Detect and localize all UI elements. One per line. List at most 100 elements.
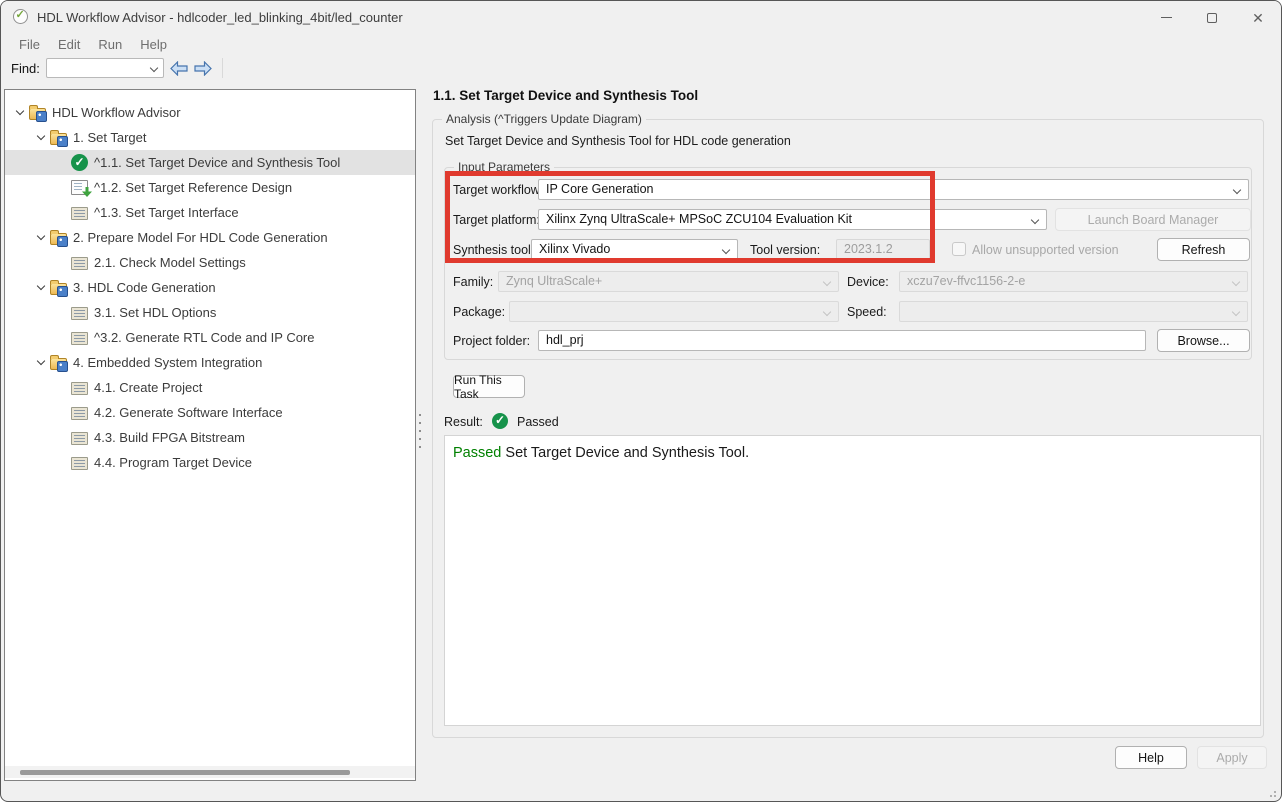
chevron-down-icon — [822, 277, 832, 287]
tree-item-label: 4.2. Generate Software Interface — [94, 405, 283, 420]
menu-run[interactable]: Run — [89, 35, 131, 54]
tree-item[interactable]: 3.1. Set HDL Options — [5, 300, 415, 325]
task-description: Set Target Device and Synthesis Tool for… — [445, 134, 791, 148]
passed-check-icon — [492, 413, 508, 429]
close-button[interactable]: ✕ — [1235, 1, 1281, 34]
package-select — [509, 301, 839, 322]
workflow-tree-panel: HDL Workflow Advisor 1. Set Target ^1.1.… — [4, 89, 416, 781]
family-value: Zynq UltraScale+ — [506, 274, 603, 288]
tree-item[interactable]: 4.4. Program Target Device — [5, 450, 415, 475]
maximize-icon — [1207, 12, 1217, 23]
tree-item[interactable]: ^3.2. Generate RTL Code and IP Core — [5, 325, 415, 350]
menu-edit[interactable]: Edit — [49, 35, 89, 54]
tree-item[interactable]: 1. Set Target — [5, 125, 415, 150]
package-label: Package: — [453, 305, 506, 319]
tree-item-label: ^1.2. Set Target Reference Design — [94, 180, 293, 195]
tree-item[interactable]: 4.2. Generate Software Interface — [5, 400, 415, 425]
chevron-down-icon — [822, 307, 832, 317]
tree-item[interactable]: 4.3. Build FPGA Bitstream — [5, 425, 415, 450]
browse-button[interactable]: Browse... — [1157, 329, 1250, 352]
launch-board-manager-button[interactable]: Launch Board Manager — [1055, 208, 1251, 231]
task-icon — [71, 457, 88, 470]
output-message: Set Target Device and Synthesis Tool. — [501, 445, 750, 461]
tree-item-label: 4. Embedded System Integration — [73, 355, 263, 370]
arrow-left-icon — [170, 60, 188, 76]
expand-chevron-icon[interactable] — [36, 131, 45, 141]
chevron-down-icon — [1231, 277, 1241, 287]
minimize-button[interactable] — [1143, 1, 1189, 34]
help-button[interactable]: Help — [1115, 746, 1187, 769]
run-this-task-button[interactable]: Run This Task — [453, 373, 525, 401]
folder-icon — [50, 229, 68, 247]
arrow-right-icon — [194, 60, 212, 76]
device-select: xczu7ev-ffvc1156-2-e — [899, 271, 1248, 292]
tree-item-label: 3.1. Set HDL Options — [94, 305, 217, 320]
tree-item-label: 4.1. Create Project — [94, 380, 203, 395]
folder-icon — [50, 129, 68, 147]
expand-chevron-icon[interactable] — [36, 356, 45, 366]
workflow-tree: HDL Workflow Advisor 1. Set Target ^1.1.… — [5, 100, 415, 475]
tree-item[interactable]: ^1.3. Set Target Interface — [5, 200, 415, 225]
tree-item[interactable]: 4. Embedded System Integration — [5, 350, 415, 375]
menubar: File Edit Run Help — [1, 34, 1281, 55]
tree-item-label: 3. HDL Code Generation — [73, 280, 216, 295]
menu-help[interactable]: Help — [131, 35, 176, 54]
apply-button[interactable]: Apply — [1197, 746, 1267, 769]
maximize-button[interactable] — [1189, 1, 1235, 34]
toolbar-separator — [221, 58, 223, 78]
refresh-button[interactable]: Refresh — [1157, 238, 1250, 261]
tree-item-label: ^1.3. Set Target Interface — [94, 205, 239, 220]
tree-item[interactable]: 2.1. Check Model Settings — [5, 250, 415, 275]
tree-horizontal-scrollbar[interactable] — [5, 766, 415, 778]
expand-chevron-icon[interactable] — [15, 106, 24, 116]
passed-check-icon — [71, 154, 88, 171]
tree-item-label: 4.3. Build FPGA Bitstream — [94, 430, 246, 445]
expand-chevron-icon[interactable] — [36, 231, 45, 241]
tree-item[interactable]: 2. Prepare Model For HDL Code Generation — [5, 225, 415, 250]
analysis-group-label: Analysis (^Triggers Update Diagram) — [442, 112, 646, 126]
task-title: 1.1. Set Target Device and Synthesis Too… — [433, 88, 699, 103]
expand-chevron-icon[interactable] — [36, 281, 45, 291]
tree-item-label: ^3.2. Generate RTL Code and IP Core — [94, 330, 315, 345]
chevron-down-icon — [1232, 185, 1242, 195]
find-toolbar: Find: — [1, 55, 1281, 81]
speed-select — [899, 301, 1248, 322]
folder-icon — [29, 104, 47, 122]
minimize-icon — [1160, 17, 1172, 18]
tree-item-label: 1. Set Target — [73, 130, 147, 145]
result-label: Result: — [444, 415, 483, 429]
tree-item[interactable]: ^1.2. Set Target Reference Design — [5, 175, 415, 200]
project-folder-input[interactable]: hdl_prj — [538, 330, 1146, 351]
ref-design-icon — [71, 180, 88, 195]
allow-unsupported-checkbox[interactable] — [952, 242, 966, 256]
task-icon — [71, 407, 88, 420]
tree-item[interactable]: HDL Workflow Advisor — [5, 100, 415, 125]
find-label: Find: — [11, 60, 40, 76]
window-resize-grip[interactable] — [1266, 787, 1276, 797]
panel-splitter-handle[interactable] — [417, 414, 423, 448]
find-next-button[interactable] — [194, 60, 212, 76]
scrollbar-thumb[interactable] — [20, 770, 350, 775]
tree-item[interactable]: 4.1. Create Project — [5, 375, 415, 400]
task-icon — [71, 307, 88, 320]
output-status-word: Passed — [453, 445, 502, 461]
tree-item[interactable]: 3. HDL Code Generation — [5, 275, 415, 300]
app-check-icon — [13, 8, 28, 24]
tree-item-label: 2.1. Check Model Settings — [94, 255, 246, 270]
task-icon — [71, 207, 88, 220]
folder-icon — [50, 279, 68, 297]
family-select: Zynq UltraScale+ — [498, 271, 839, 292]
tree-item-label: ^1.1. Set Target Device and Synthesis To… — [94, 155, 341, 170]
find-input[interactable] — [45, 58, 164, 78]
tree-item[interactable]: ^1.1. Set Target Device and Synthesis To… — [5, 150, 415, 175]
chevron-down-icon — [1231, 307, 1241, 317]
find-previous-button[interactable] — [170, 60, 188, 76]
window-title: HDL Workflow Advisor - hdlcoder_led_blin… — [37, 10, 403, 25]
tree-item-label: 2. Prepare Model For HDL Code Generation — [73, 230, 328, 245]
project-folder-label: Project folder: — [453, 334, 531, 348]
chevron-down-icon — [1030, 215, 1040, 225]
allow-unsupported-label: Allow unsupported version — [972, 243, 1119, 257]
speed-label: Speed: — [847, 305, 887, 319]
menu-file[interactable]: File — [10, 35, 49, 54]
result-output-area: Passed Set Target Device and Synthesis T… — [444, 435, 1261, 726]
